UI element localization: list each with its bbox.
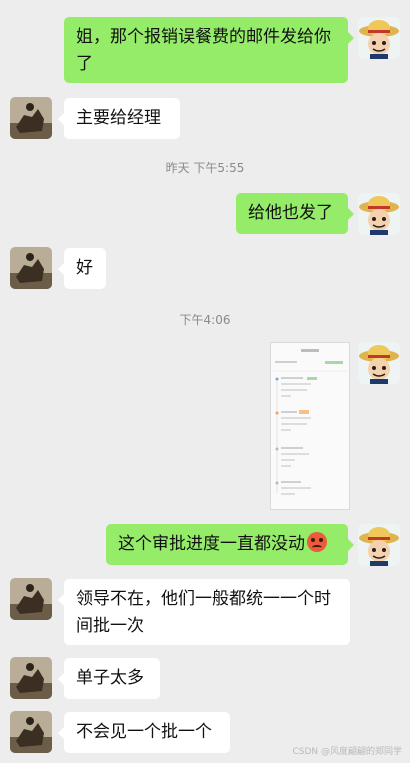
my-avatar[interactable] (358, 193, 400, 235)
message-text: 姐，那个报销误餐费的邮件发给你了 (76, 27, 331, 74)
angry-face-icon (307, 532, 327, 552)
horse-rider-avatar-icon (10, 711, 52, 753)
message-bubble-sent[interactable]: 姐，那个报销误餐费的邮件发给你了 (64, 17, 354, 83)
horse-rider-avatar-icon (10, 97, 52, 139)
message-bubble-received[interactable]: 主要给经理 (58, 98, 180, 139)
message-text: 主要给经理 (76, 108, 161, 128)
contact-avatar[interactable] (10, 657, 52, 699)
approval-screenshot-image (271, 343, 349, 509)
contact-avatar[interactable] (10, 247, 52, 289)
message-bubble-received[interactable]: 不会见一个批一个 (58, 712, 230, 753)
timestamp: 昨天 下午5:55 (165, 161, 245, 175)
my-avatar[interactable] (358, 17, 400, 59)
horse-rider-avatar-icon (10, 247, 52, 289)
horse-rider-avatar-icon (10, 578, 52, 620)
straw-hat-avatar-icon (358, 193, 400, 235)
straw-hat-avatar-icon (358, 342, 400, 384)
message-text: 好 (76, 258, 93, 278)
horse-rider-avatar-icon (10, 657, 52, 699)
contact-avatar[interactable] (10, 578, 52, 620)
message-text: 这个审批进度一直都没动 (118, 534, 305, 554)
message-text: 不会见一个批一个 (76, 722, 212, 742)
message-text: 领导不在，他们一般都统一一个时间批一次 (76, 589, 331, 636)
message-bubble-received[interactable]: 领导不在，他们一般都统一一个时间批一次 (58, 579, 350, 645)
contact-avatar[interactable] (10, 711, 52, 753)
my-avatar[interactable] (358, 524, 400, 566)
message-text: 给他也发了 (248, 203, 333, 223)
straw-hat-avatar-icon (358, 524, 400, 566)
message-bubble-sent[interactable]: 这个审批进度一直都没动 (106, 524, 354, 565)
message-bubble-sent[interactable]: 给他也发了 (236, 193, 354, 234)
message-bubble-received[interactable]: 单子太多 (58, 658, 160, 699)
watermark: CSDN @风度翩翩的郑同学 (292, 747, 402, 757)
message-bubble-received[interactable]: 好 (58, 248, 106, 289)
timestamp: 下午4:06 (179, 313, 231, 327)
my-avatar[interactable] (358, 342, 400, 384)
straw-hat-avatar-icon (358, 17, 400, 59)
message-text: 单子太多 (76, 668, 144, 688)
contact-avatar[interactable] (10, 97, 52, 139)
image-message-thumbnail[interactable] (270, 342, 350, 510)
